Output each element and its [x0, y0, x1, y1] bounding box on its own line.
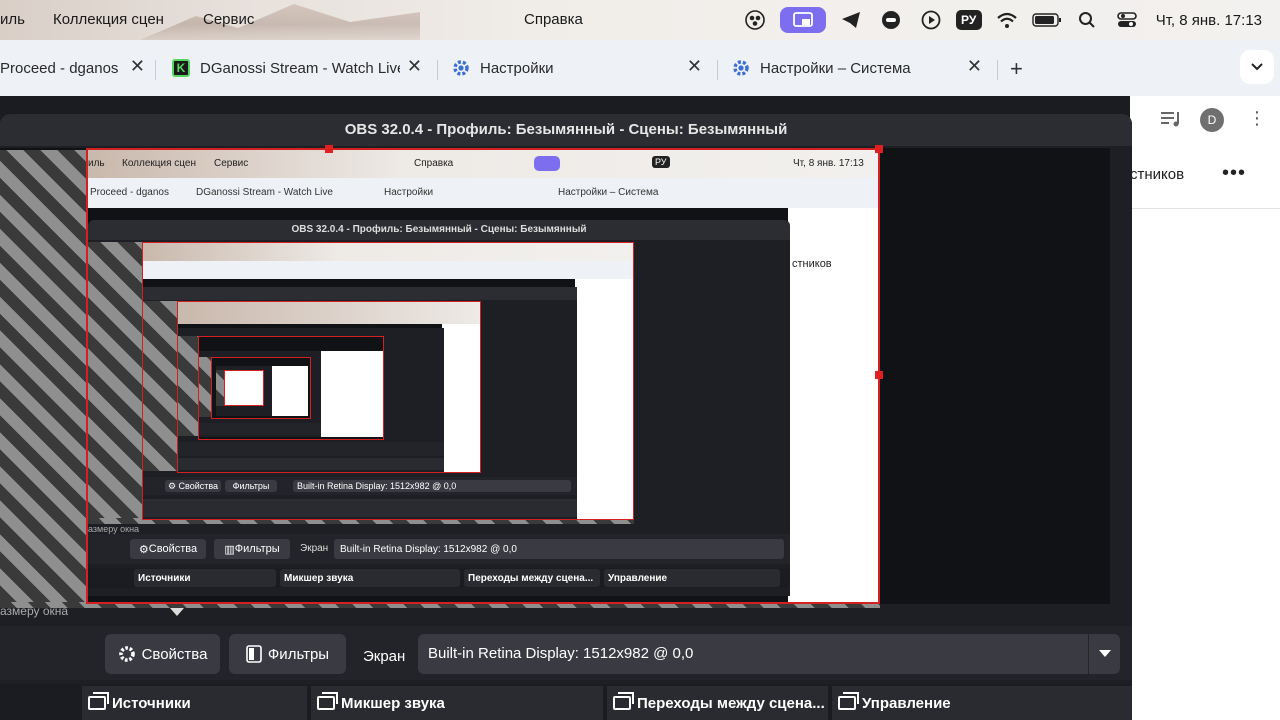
wifi-icon[interactable]: [992, 6, 1022, 34]
more-vert-icon[interactable]: ⋮: [1248, 108, 1266, 129]
tab-label: Настройки – Система: [760, 59, 911, 77]
tab-label: Настройки: [480, 59, 554, 77]
dock-audio-mixer[interactable]: Микшер звука: [311, 686, 603, 720]
tab-settings[interactable]: Настройки ✕: [452, 56, 702, 80]
nested-menubar: иль Коллекция сцен Сервис Справка РУ Чт,…: [88, 150, 878, 178]
dock-controls[interactable]: Управление: [832, 686, 1132, 720]
capture-frame[interactable]: иль Коллекция сцен Сервис Справка РУ Чт,…: [86, 148, 880, 604]
dock-tabs: Источники Микшер звука Переходы между сц…: [0, 684, 1132, 720]
menu-item-scene-collection[interactable]: Коллекция сцен: [53, 11, 164, 28]
gear-icon: [732, 59, 750, 77]
tab-settings-system[interactable]: Настройки – Система ✕: [732, 56, 982, 80]
chevron-down-icon[interactable]: [1088, 634, 1120, 674]
transform-handle[interactable]: [325, 145, 333, 153]
menubar-clock[interactable]: Чт, 8 янв. 17:13: [1156, 6, 1262, 34]
control-center-icon[interactable]: [1112, 6, 1142, 34]
properties-button[interactable]: Свойства: [105, 634, 220, 674]
filters-button[interactable]: Фильтры: [229, 634, 346, 674]
macos-menubar: иль Коллекция сцен Сервис Справка РУ Чт,…: [0, 0, 1280, 40]
dock-sources[interactable]: Источники: [82, 686, 307, 720]
avatar[interactable]: D: [1200, 108, 1224, 132]
gear-icon: [118, 646, 135, 662]
media-queue-icon[interactable]: [1160, 110, 1182, 128]
transform-handle[interactable]: [875, 145, 883, 153]
browser-page: D ⋮ стников •••: [1130, 96, 1280, 720]
preview-stripes: [0, 150, 88, 602]
new-tab-button[interactable]: +: [1010, 56, 1023, 82]
search-icon[interactable]: [1072, 6, 1102, 34]
tab-label: DGanossi Stream - Watch Live: [200, 59, 400, 77]
chevron-down-icon: [1251, 63, 1263, 71]
preview-scale-label: азмеру окна: [0, 604, 69, 618]
gear-icon: [452, 59, 470, 77]
battery-icon[interactable]: [1032, 6, 1062, 34]
dock-icon: [88, 692, 109, 710]
tab-proceed[interactable]: Proceed - dganos ✕: [0, 56, 145, 80]
tab-label: Proceed - dganos: [0, 59, 118, 77]
menu-item-tools[interactable]: Сервис: [203, 11, 254, 28]
source-type-label: Экран: [363, 648, 406, 665]
dock-scene-transitions[interactable]: Переходы между сцена...: [607, 686, 828, 720]
screen-share-icon[interactable]: [779, 7, 826, 33]
tab-dganossi-stream[interactable]: K DGanossi Stream - Watch Live ✕: [172, 56, 422, 80]
obs-preview[interactable]: иль Коллекция сцен Сервис Справка РУ Чт,…: [0, 145, 1110, 608]
obs-window: OBS 32.0.4 - Профиль: Безымянный - Сцены…: [0, 114, 1132, 720]
input-language-badge[interactable]: РУ: [955, 10, 982, 30]
close-icon[interactable]: ✕: [687, 56, 702, 77]
divider: [1130, 208, 1280, 209]
dock-icon: [838, 692, 859, 710]
nested-obs-window: OBS 32.0.4 - Профиль: Безымянный - Сцены…: [88, 220, 790, 596]
close-icon[interactable]: ✕: [407, 56, 422, 77]
tab-search-button[interactable]: [1240, 50, 1274, 84]
obs-icon[interactable]: [740, 6, 770, 34]
more-horiz-icon[interactable]: •••: [1222, 162, 1246, 185]
browser-tab-strip: Proceed - dganos ✕ K DGanossi Stream - W…: [0, 40, 1280, 96]
play-circle-icon[interactable]: [916, 6, 946, 34]
menu-item-help[interactable]: Справка: [524, 11, 583, 28]
chevron-down-icon[interactable]: [170, 608, 184, 616]
transform-handle[interactable]: [875, 371, 883, 379]
source-toolbar: Свойства Фильтры Экран Built-in Retina D…: [0, 626, 1132, 680]
telegram-icon[interactable]: [836, 6, 866, 34]
page-header-fragment: стников: [1130, 166, 1185, 183]
close-icon[interactable]: ✕: [130, 56, 145, 77]
menu-item-profile[interactable]: иль: [0, 11, 25, 28]
dock-icon: [613, 692, 634, 710]
menubar-tray: РУ Чт, 8 янв. 17:13: [730, 6, 1262, 34]
nested-page: стников: [788, 208, 878, 602]
kick-icon: K: [172, 59, 190, 77]
filter-icon: [246, 645, 262, 663]
close-icon[interactable]: ✕: [967, 56, 982, 77]
display-select[interactable]: Built-in Retina Display: 1512x982 @ 0,0: [418, 634, 1120, 674]
wallpaper-strip: [140, 4, 420, 40]
obs-title: OBS 32.0.4 - Профиль: Безымянный - Сцены…: [0, 114, 1132, 146]
dock-icon: [317, 692, 338, 710]
nested-tab-strip: Proceed - dganos DGanossi Stream - Watch…: [88, 178, 878, 208]
game-controller-icon[interactable]: [876, 6, 906, 34]
